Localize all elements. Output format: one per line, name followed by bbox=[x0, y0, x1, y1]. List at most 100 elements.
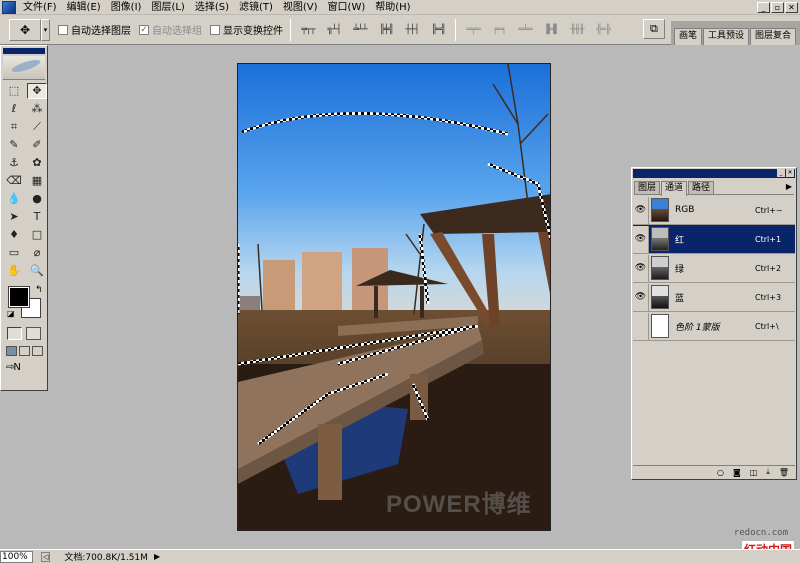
distribute-right-icon[interactable]: ╣═╠ bbox=[593, 23, 613, 37]
auto-select-layer-checkbox[interactable]: 自动选择图层 bbox=[58, 22, 131, 37]
channel-row-levels-mask[interactable]: 色阶 1蒙版 Ctrl+\ bbox=[633, 312, 795, 341]
menu-layer[interactable]: 图层(L) bbox=[146, 0, 189, 15]
minimize-button[interactable]: _ bbox=[757, 1, 770, 13]
foreground-color[interactable] bbox=[8, 286, 30, 308]
toolbox-title-bar[interactable] bbox=[3, 48, 45, 54]
magic-wand-tool-icon[interactable]: ⁂ bbox=[27, 101, 47, 117]
save-selection-icon[interactable]: ◙ bbox=[733, 468, 741, 477]
pen-tool-icon[interactable]: ♦ bbox=[4, 227, 24, 243]
screen-mode-buttons bbox=[6, 346, 47, 356]
crop-tool-icon[interactable]: ⌗ bbox=[4, 119, 24, 135]
panel-minimize-icon[interactable]: _ bbox=[777, 169, 785, 177]
channel-row-green[interactable]: 👁 绿 Ctrl+2 bbox=[633, 254, 795, 283]
notes-tool-icon[interactable]: ▭ bbox=[4, 245, 24, 261]
menu-image[interactable]: 图像(I) bbox=[106, 0, 147, 15]
full-screen-icon[interactable] bbox=[32, 346, 43, 356]
menu-filter[interactable]: 滤镜(T) bbox=[234, 0, 278, 15]
shape-tool-icon[interactable]: □ bbox=[27, 227, 47, 243]
hand-tool-icon[interactable]: ✋ bbox=[4, 263, 24, 279]
align-left-icon[interactable]: ╠╪╣ bbox=[376, 23, 396, 37]
panel-close-icon[interactable]: ✕ bbox=[786, 169, 794, 177]
checkbox-box[interactable] bbox=[210, 24, 220, 35]
align-right-icon[interactable]: ╠═╣ bbox=[428, 23, 448, 37]
well-tab-layer-comps[interactable]: 图层复合 bbox=[749, 27, 796, 45]
quick-mask-mode-icon[interactable] bbox=[26, 327, 41, 340]
zoom-menu-icon[interactable]: ◁ bbox=[41, 551, 51, 562]
tab-channels[interactable]: 通道 bbox=[661, 181, 688, 196]
checkbox-box[interactable] bbox=[58, 24, 68, 35]
visibility-eye-icon[interactable]: 👁 bbox=[633, 196, 649, 224]
marquee-tool-icon[interactable]: ⬚ bbox=[4, 83, 24, 99]
clone-stamp-tool-icon[interactable]: ⚓ bbox=[4, 155, 24, 171]
slice-tool-icon[interactable]: ⟋ bbox=[27, 119, 47, 135]
visibility-eye-icon[interactable]: 👁 bbox=[633, 254, 649, 282]
distribute-hcenter-icon[interactable]: ╫╫╫ bbox=[567, 23, 587, 37]
menu-help[interactable]: 帮助(H) bbox=[370, 0, 415, 15]
well-tab-tool-presets[interactable]: 工具预设 bbox=[702, 27, 749, 45]
restore-button[interactable]: ▫ bbox=[771, 1, 784, 13]
visibility-eye-icon[interactable]: 👁 bbox=[633, 225, 649, 253]
type-tool-icon[interactable]: T bbox=[27, 209, 47, 225]
align-bottom-icon[interactable]: ╧┴┴ bbox=[350, 23, 370, 37]
channel-row-rgb[interactable]: 👁 RGB Ctrl+~ bbox=[633, 196, 795, 225]
align-hcenter-icon[interactable]: ┼┼┤ bbox=[402, 23, 422, 37]
new-channel-from-icon[interactable]: ⤓ bbox=[766, 467, 770, 477]
channel-row-blue[interactable]: 👁 蓝 Ctrl+3 bbox=[633, 283, 795, 312]
distribute-vcenter-icon[interactable]: ╒═╕ bbox=[489, 23, 509, 37]
lasso-tool-icon[interactable]: ℓ bbox=[4, 101, 24, 117]
tab-paths[interactable]: 路径 bbox=[688, 181, 715, 194]
history-brush-tool-icon[interactable]: ✿ bbox=[27, 155, 47, 171]
swap-colors-icon[interactable]: ↰ bbox=[35, 285, 43, 295]
auto-select-group-checkbox[interactable]: 自动选择组 bbox=[139, 22, 202, 37]
visibility-eye-icon[interactable] bbox=[633, 312, 649, 340]
checkbox-box[interactable] bbox=[139, 24, 149, 35]
jump-to-imageready-icon[interactable]: ⇨N bbox=[6, 362, 40, 377]
show-transform-checkbox[interactable]: 显示变换控件 bbox=[210, 22, 283, 37]
menu-window[interactable]: 窗口(W) bbox=[323, 0, 371, 15]
distribute-left-icon[interactable]: ▐═▌ bbox=[541, 23, 561, 37]
align-top-icon[interactable]: ╤┬┬ bbox=[298, 23, 318, 37]
blur-tool-icon[interactable]: 💧 bbox=[4, 191, 24, 207]
distribute-top-icon[interactable]: ═╤═ bbox=[463, 23, 483, 37]
visibility-eye-icon[interactable]: 👁 bbox=[633, 283, 649, 311]
standard-screen-icon[interactable] bbox=[6, 346, 17, 356]
channel-row-red[interactable]: 👁 红 Ctrl+1 bbox=[633, 225, 795, 254]
panel-menu-icon[interactable]: ▶ bbox=[786, 182, 792, 191]
align-vcenter-icon[interactable]: ╗┴┤ bbox=[324, 23, 344, 37]
dodge-tool-icon[interactable]: ● bbox=[27, 191, 47, 207]
menu-view[interactable]: 视图(V) bbox=[278, 0, 323, 15]
eyedropper-tool-icon[interactable]: ⌀ bbox=[27, 245, 47, 261]
new-channel-icon[interactable]: ◫ bbox=[750, 468, 758, 477]
status-menu-icon[interactable]: ▶ bbox=[154, 552, 160, 561]
move-tool-preset-icon[interactable]: ✥ bbox=[9, 18, 41, 41]
standard-mode-icon[interactable] bbox=[7, 327, 22, 340]
healing-brush-tool-icon[interactable]: ✎ bbox=[4, 137, 24, 153]
close-button[interactable]: ✕ bbox=[785, 1, 798, 13]
menu-edit[interactable]: 编辑(E) bbox=[62, 0, 106, 15]
gradient-tool-icon[interactable]: ▦ bbox=[27, 173, 47, 189]
photoshop-app-icon[interactable] bbox=[2, 0, 16, 14]
path-selection-tool-icon[interactable]: ➤ bbox=[4, 209, 24, 225]
well-tab-brushes[interactable]: 画笔 bbox=[673, 27, 702, 45]
brush-tool-icon[interactable]: ✐ bbox=[27, 137, 47, 153]
channel-thumbnail bbox=[651, 198, 669, 222]
eraser-tool-icon[interactable]: ⌫ bbox=[4, 173, 24, 189]
channel-thumbnail bbox=[651, 256, 669, 280]
zoom-tool-icon[interactable]: 🔍 bbox=[27, 263, 47, 279]
window-controls: _ ▫ ✕ bbox=[757, 1, 798, 13]
load-selection-icon[interactable]: ○ bbox=[717, 468, 724, 477]
file-browser-icon[interactable]: ⧉ bbox=[642, 18, 665, 39]
menu-file[interactable]: 文件(F) bbox=[18, 0, 62, 15]
adobe-feather-icon[interactable] bbox=[3, 56, 45, 80]
document-canvas[interactable]: POWER博维 bbox=[237, 63, 551, 531]
trash-icon[interactable]: 🗑 bbox=[779, 468, 789, 477]
distribute-bottom-icon[interactable]: ═╧═ bbox=[515, 23, 535, 37]
tab-layers[interactable]: 图层 bbox=[634, 181, 661, 194]
panel-title-bar[interactable]: _ ✕ bbox=[633, 169, 795, 178]
default-colors-icon[interactable]: ◪ bbox=[7, 309, 15, 318]
full-screen-menu-icon[interactable] bbox=[19, 346, 30, 356]
move-tool-icon[interactable]: ✥ bbox=[27, 83, 47, 99]
menu-select[interactable]: 选择(S) bbox=[190, 0, 234, 15]
preset-dropdown-arrow[interactable]: ▾ bbox=[41, 18, 50, 41]
zoom-input[interactable]: 100% bbox=[0, 550, 33, 563]
